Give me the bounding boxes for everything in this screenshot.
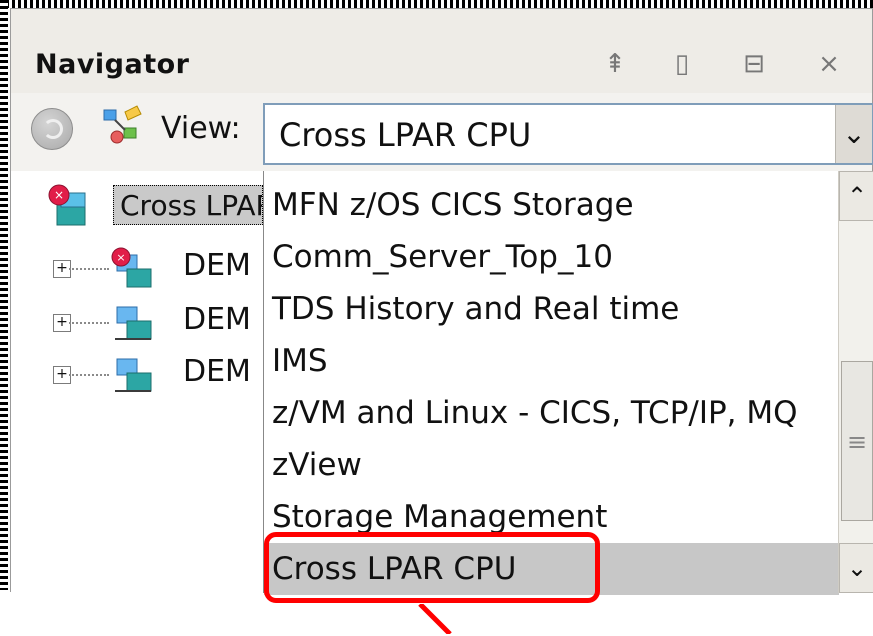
dropdown-item[interactable]: zView	[264, 439, 839, 491]
callout-arrow	[418, 604, 452, 634]
tree-row[interactable]: + DEM	[11, 347, 263, 401]
chevron-down-icon[interactable]: ⌄	[835, 105, 872, 163]
view-select-value: Cross LPAR CPU	[279, 116, 532, 154]
back-icon[interactable]	[31, 108, 73, 150]
maximize-icon[interactable]: ⇞	[600, 49, 630, 79]
highlight-box	[264, 532, 600, 603]
root-node-icon: ×	[48, 184, 86, 226]
tree-row[interactable]: + × DEM	[11, 241, 263, 295]
split-vertical-icon[interactable]: ▯	[667, 49, 697, 79]
navigator-panel: Navigator ⇞ ▯ ⊟ × View: Cross LPAR CPU ⌄…	[10, 8, 873, 595]
close-icon[interactable]: ×	[814, 49, 844, 79]
tree-label: DEM	[183, 354, 251, 389]
dropdown-item[interactable]: IMS	[264, 335, 839, 387]
panel-title: Navigator	[35, 49, 190, 80]
server-icon	[115, 306, 152, 340]
tree-connector	[69, 374, 109, 376]
scroll-thumb[interactable]: ≡	[841, 361, 873, 521]
navigator-tree: × Cross LPAR CPU + × DEM + DEM	[11, 171, 263, 593]
server-icon	[115, 358, 152, 392]
view-label: View:	[161, 111, 241, 146]
dropdown-item[interactable]: TDS History and Real time	[264, 283, 839, 335]
dropdown-item[interactable]: MFN z/OS CICS Storage	[264, 179, 839, 231]
tree-connector	[69, 268, 109, 270]
svg-text:×: ×	[116, 251, 125, 264]
view-dropdown-list: MFN z/OS CICS Storage Comm_Server_Top_10…	[263, 171, 839, 595]
dropdown-item[interactable]: Comm_Server_Top_10	[264, 231, 839, 283]
panel-title-bar: Navigator ⇞ ▯ ⊟ ×	[11, 9, 872, 93]
tree-connector	[69, 322, 109, 324]
server-error-icon: ×	[111, 247, 152, 288]
tree-label: DEM	[183, 302, 251, 337]
tree-label: DEM	[183, 248, 251, 283]
tree-row[interactable]: + DEM	[11, 295, 263, 349]
view-icon[interactable]	[97, 102, 147, 152]
scroll-up-icon[interactable]: ⌃	[839, 171, 873, 221]
dropdown-item[interactable]: z/VM and Linux - CICS, TCP/IP, MQ	[264, 387, 839, 439]
navigator-toolbar: View: Cross LPAR CPU ⌄	[11, 93, 873, 171]
view-select[interactable]: Cross LPAR CPU ⌄	[263, 103, 873, 165]
outer-dotted-border-top	[0, 0, 873, 8]
scroll-down-icon[interactable]: ⌄	[839, 543, 873, 593]
tree-root-item[interactable]: Cross LPAR CPU	[113, 185, 263, 225]
svg-text:×: ×	[54, 188, 64, 202]
outer-dotted-border-left	[0, 0, 8, 590]
split-horizontal-icon[interactable]: ⊟	[739, 49, 769, 79]
dropdown-scrollbar[interactable]: ⌃ ≡ ⌄	[838, 171, 873, 593]
